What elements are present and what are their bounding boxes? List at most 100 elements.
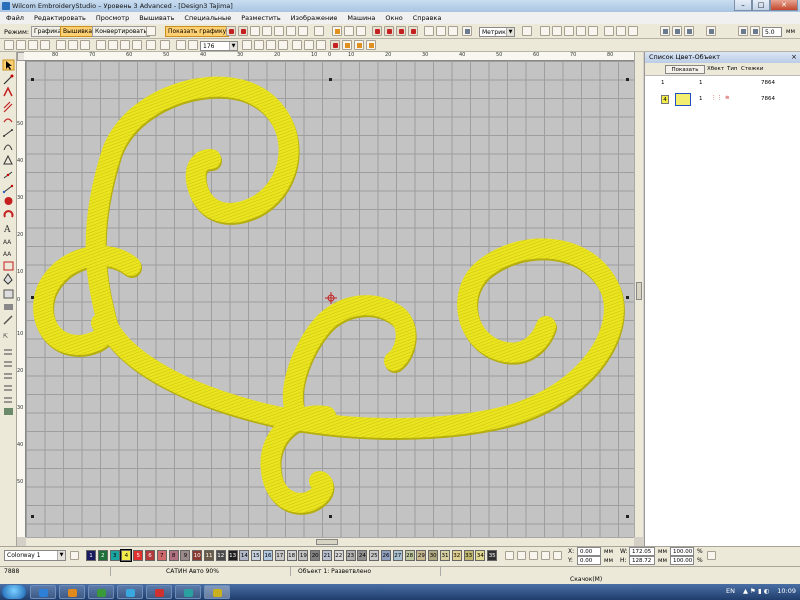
save-icon[interactable]: [28, 40, 38, 50]
new-file-icon[interactable]: [4, 40, 14, 50]
color-chip[interactable]: 33: [463, 550, 474, 561]
color-chip[interactable]: 8: [168, 550, 179, 561]
taskbar-app-button[interactable]: [204, 585, 230, 599]
zoom-icon[interactable]: [188, 40, 198, 50]
globe-icon[interactable]: [146, 26, 156, 36]
mode-convert-button[interactable]: Конвертировать: [92, 26, 151, 37]
x-input[interactable]: 0.00: [577, 547, 601, 556]
open-folder-icon[interactable]: [16, 40, 26, 50]
color-chip[interactable]: 32: [451, 550, 462, 561]
grid-icon[interactable]: [314, 26, 324, 36]
color-chip[interactable]: 6: [145, 550, 155, 561]
tool-icon[interactable]: [266, 40, 276, 50]
tool-icon[interactable]: [552, 26, 562, 36]
tool-icon[interactable]: [628, 26, 638, 36]
undo-icon[interactable]: [146, 40, 156, 50]
color-chip[interactable]: 29: [416, 550, 427, 561]
mode-embroidery-button[interactable]: Вышивка: [60, 26, 96, 37]
tool-icon[interactable]: [616, 26, 626, 36]
menu-machine[interactable]: Машина: [347, 14, 375, 22]
clock[interactable]: 10:09: [777, 587, 796, 595]
fill-icon[interactable]: [384, 26, 394, 36]
maximize-button[interactable]: □: [752, 0, 770, 11]
color-chip[interactable]: 35: [487, 550, 498, 561]
mirror-icon[interactable]: [96, 40, 106, 50]
menu-arrange[interactable]: Разместить: [241, 14, 280, 22]
color-chip[interactable]: 34: [475, 550, 486, 561]
color-chip[interactable]: 15: [251, 550, 262, 561]
tool-icon[interactable]: [330, 40, 340, 50]
lock-icon[interactable]: [707, 551, 716, 560]
color-icon[interactable]: [344, 26, 354, 36]
tool-icon[interactable]: [660, 26, 670, 36]
menu-view[interactable]: Просмотр: [96, 14, 129, 22]
language-indicator[interactable]: EN: [726, 587, 735, 595]
rotate-icon[interactable]: [132, 40, 142, 50]
color-chip[interactable]: 2: [97, 550, 108, 561]
view-icon[interactable]: [250, 26, 260, 36]
copy-icon[interactable]: [68, 40, 78, 50]
zoom-icon[interactable]: [176, 40, 186, 50]
color-chip[interactable]: 17: [274, 550, 285, 561]
color-chip[interactable]: 20: [310, 550, 321, 561]
scale-height-input[interactable]: 100.00: [670, 556, 694, 565]
stitch-icon[interactable]: [238, 26, 248, 36]
tool-icon[interactable]: [316, 40, 326, 50]
print-icon[interactable]: [40, 40, 50, 50]
scrollbar-thumb[interactable]: [636, 282, 642, 300]
tool-icon[interactable]: [576, 26, 586, 36]
design-canvas[interactable]: [26, 61, 634, 537]
color-chip[interactable]: 31: [440, 550, 450, 561]
color-icon[interactable]: [356, 26, 366, 36]
show-graphics-button[interactable]: Показать графику: [165, 26, 230, 37]
tool-icon[interactable]: [424, 26, 434, 36]
list-item[interactable]: 1 1 7864: [645, 78, 800, 90]
view-icon[interactable]: [262, 26, 272, 36]
taskbar-app-button[interactable]: [146, 585, 172, 599]
tool-icon[interactable]: [278, 40, 288, 50]
satin-icon[interactable]: [372, 26, 382, 36]
arrow-icon[interactable]: [553, 551, 562, 560]
color-chip[interactable]: 26: [381, 550, 391, 561]
tool-icon[interactable]: [242, 40, 252, 50]
color-chip[interactable]: 10: [192, 550, 203, 561]
color-chip[interactable]: 27: [392, 550, 403, 561]
paste-icon[interactable]: [80, 40, 90, 50]
tool-icon[interactable]: [604, 26, 614, 36]
view-icon[interactable]: [274, 26, 284, 36]
color-chip[interactable]: 22: [333, 550, 344, 561]
tray-icons[interactable]: ▲ ⚑ ▮ ◐: [743, 587, 769, 595]
cut-icon[interactable]: [56, 40, 66, 50]
menu-embroider[interactable]: Вышивать: [139, 14, 174, 22]
list-item[interactable]: 4 1 ⋮⋮ ≋ 7864: [645, 92, 800, 108]
mirror-icon[interactable]: [108, 40, 118, 50]
height-input[interactable]: 128.72: [629, 556, 655, 565]
scrollbar-thumb[interactable]: [316, 539, 338, 545]
color-chip[interactable]: 9: [180, 550, 191, 561]
color-chip[interactable]: 11: [204, 550, 214, 561]
taskbar-app-button[interactable]: [175, 585, 201, 599]
tool-icon[interactable]: [588, 26, 598, 36]
color-chip[interactable]: 25: [369, 550, 380, 561]
tool-icon[interactable]: [564, 26, 574, 36]
tool-icon[interactable]: [672, 26, 682, 36]
hoop-icon[interactable]: [332, 26, 342, 36]
tatami-icon[interactable]: [408, 26, 418, 36]
tool-icon[interactable]: [254, 40, 264, 50]
tool-icon[interactable]: [448, 26, 458, 36]
color-chip[interactable]: 14: [239, 550, 250, 561]
zoom-select[interactable]: 176 ▼: [200, 41, 238, 51]
taskbar-app-button[interactable]: [59, 585, 85, 599]
arrow-icon[interactable]: [529, 551, 538, 560]
settings-icon[interactable]: [462, 26, 472, 36]
units-select[interactable]: Метрика ▼: [479, 27, 515, 37]
start-button[interactable]: [2, 585, 26, 599]
tool-icon[interactable]: [684, 26, 694, 36]
color-chip[interactable]: 3: [109, 550, 120, 561]
taskbar-app-button[interactable]: [117, 585, 143, 599]
color-chip[interactable]: 28: [404, 550, 415, 561]
menu-edit[interactable]: Редактировать: [34, 14, 86, 22]
rotate-icon[interactable]: [120, 40, 130, 50]
color-chip[interactable]: 16: [263, 550, 273, 561]
color-chip[interactable]: 21: [322, 550, 332, 561]
